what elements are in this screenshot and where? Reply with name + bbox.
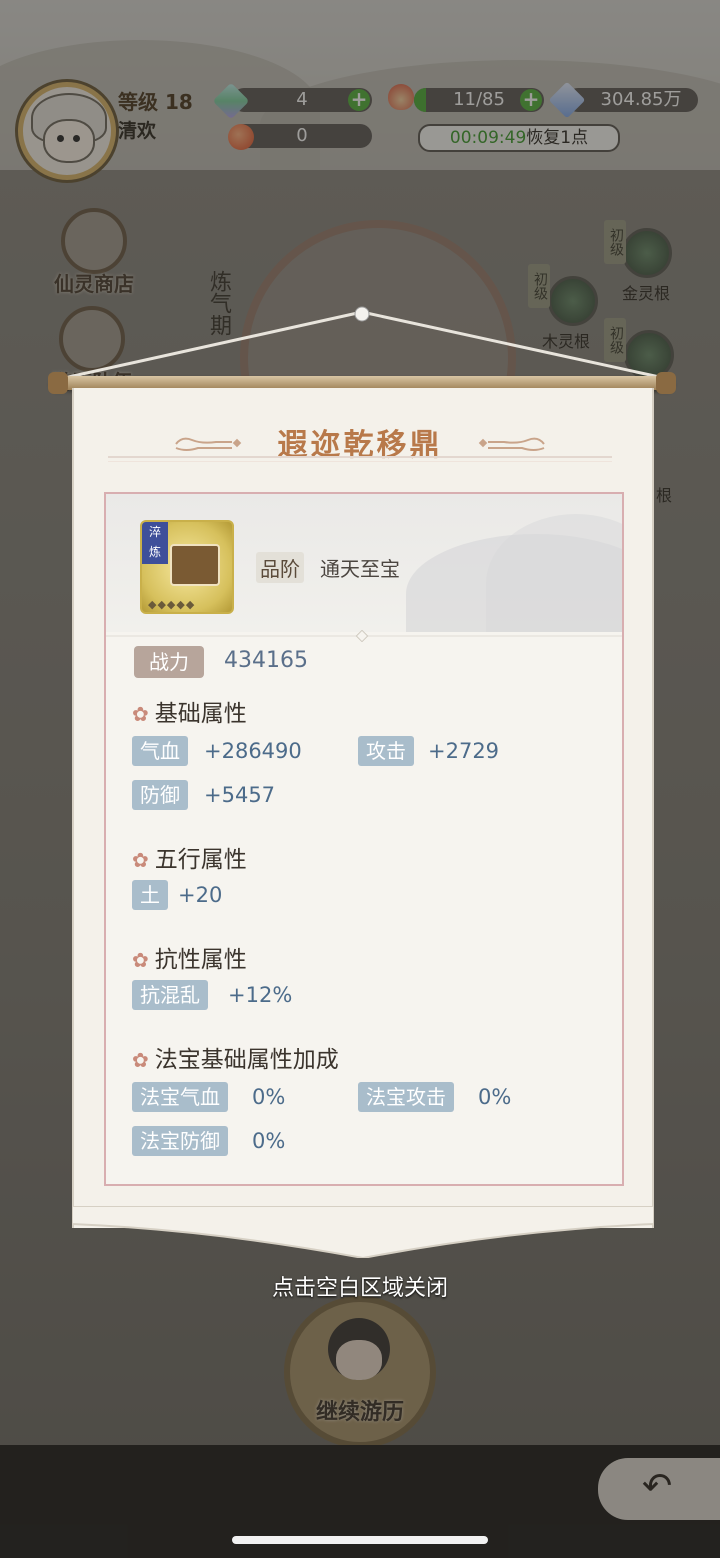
treasure-bonus-heading: ✿ 法宝基础属性加成 <box>132 1040 339 1074</box>
flower-icon: ✿ <box>132 702 149 726</box>
close-hint: 点击空白区域关闭 <box>271 1276 448 1301</box>
ink-mountain <box>486 514 622 632</box>
treasure-hp-value: 0% <box>252 1085 286 1109</box>
attack-value: +2729 <box>428 739 500 763</box>
chaos-resist-value: +12% <box>228 983 293 1007</box>
element-attributes-heading: ✿ 五行属性 <box>132 840 247 874</box>
treasure-defense-label: 法宝防御 <box>132 1126 228 1156</box>
treasure-icon[interactable]: 淬 炼 ◆◆◆◆◆ <box>140 520 234 614</box>
hp-value: +286490 <box>204 739 302 763</box>
defense-value: +5457 <box>204 783 276 807</box>
basic-attributes-heading: ✿ 基础属性 <box>132 694 247 728</box>
header-divider <box>108 461 612 462</box>
item-summary: 淬 炼 ◆◆◆◆◆ 品阶 通天至宝 <box>106 494 622 632</box>
rod-cap <box>48 372 68 394</box>
rod-cap <box>656 372 676 394</box>
treasure-info-card: 淬 炼 ◆◆◆◆◆ 品阶 通天至宝 战力 434165 ✿ 基础属性 气血 +28… <box>104 492 624 1186</box>
flower-icon: ✿ <box>132 848 149 872</box>
summary-divider <box>106 630 622 642</box>
refine-tag: 淬 炼 <box>142 522 168 564</box>
section-title: 五行属性 <box>154 847 247 873</box>
section-title: 基础属性 <box>154 701 247 727</box>
attack-label: 攻击 <box>358 736 414 766</box>
hp-label: 气血 <box>132 736 188 766</box>
earth-label: 土 <box>132 880 168 910</box>
cauldron-icon <box>170 544 220 586</box>
chaos-resist-label: 抗混乱 <box>132 980 208 1010</box>
power-label: 战力 <box>134 646 204 678</box>
home-indicator[interactable] <box>232 1536 488 1544</box>
treasure-defense-value: 0% <box>252 1129 286 1153</box>
grade-value: 通天至宝 <box>320 557 400 581</box>
flower-icon: ✿ <box>132 948 149 972</box>
panel-header: 遐迩乾移鼎 <box>100 420 620 470</box>
star-rating: ◆◆◆◆◆ <box>148 598 196 611</box>
section-title: 抗性属性 <box>154 947 247 973</box>
treasure-attack-label: 法宝攻击 <box>358 1082 454 1112</box>
earth-value: +20 <box>178 883 223 907</box>
treasure-hp-label: 法宝气血 <box>132 1082 228 1112</box>
section-title: 法宝基础属性加成 <box>154 1047 339 1073</box>
power-value: 434165 <box>224 648 308 673</box>
flower-icon: ✿ <box>132 1048 149 1072</box>
treasure-attack-value: 0% <box>478 1085 512 1109</box>
defense-label: 防御 <box>132 780 188 810</box>
title-ornament-right-icon <box>478 437 545 451</box>
grade-label: 品阶 <box>256 552 304 583</box>
title-ornament-left-icon <box>175 437 242 451</box>
scroll-bottom-edge <box>72 1206 654 1258</box>
header-divider <box>108 456 612 458</box>
resist-attributes-heading: ✿ 抗性属性 <box>132 940 247 974</box>
